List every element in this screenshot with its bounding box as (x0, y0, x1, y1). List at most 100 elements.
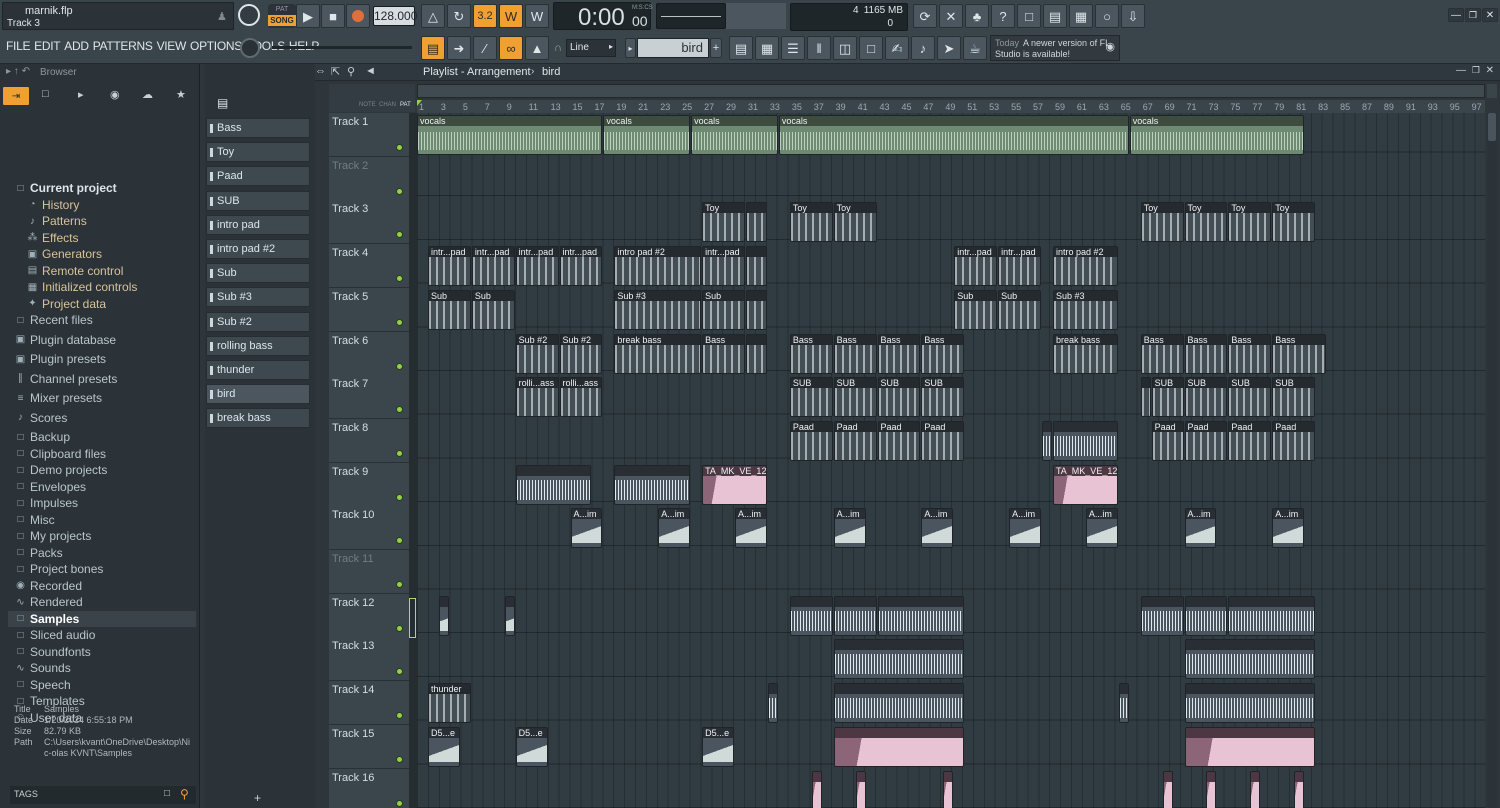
playlist-clip[interactable]: Paad (833, 420, 877, 461)
playlist-clip[interactable]: Toy (702, 202, 745, 243)
playlist-clip[interactable] (1250, 770, 1261, 808)
tags-label[interactable]: TAGS (14, 789, 38, 799)
track-header[interactable]: Track 11 (329, 550, 409, 594)
playlist-clip[interactable]: Toy (1228, 202, 1272, 243)
tab-plugins-icon[interactable]: ◉ (110, 88, 120, 101)
pattern-bass[interactable]: Bass (206, 118, 310, 138)
sliders-button[interactable]: ‖ (807, 36, 831, 60)
update-notice[interactable]: Today A newer version of FL Studio is ava… (990, 35, 1120, 61)
playlist-clip[interactable]: D5...e (702, 726, 734, 767)
track-header[interactable]: Track 13 (329, 637, 409, 682)
browser-item-recent-files[interactable]: □ Recent files (14, 312, 92, 328)
playlist-clip[interactable] (504, 595, 515, 636)
playlist-clip[interactable]: Toy (1184, 202, 1228, 243)
playlist-clip[interactable]: intr...pad (954, 246, 998, 287)
playlist-clip[interactable]: Bass (877, 333, 921, 374)
mic-button[interactable]: ♣ (965, 4, 989, 28)
track-header[interactable]: Track 15 (329, 724, 409, 769)
menu-file[interactable]: FILE (6, 39, 30, 53)
slip-tool-icon[interactable]: ⇔ (315, 65, 326, 77)
playlist-clip[interactable] (1042, 420, 1052, 461)
playlist-clip[interactable] (438, 595, 449, 636)
track-header[interactable]: Track 16 (329, 768, 409, 808)
vertical-scrollbar[interactable] (1487, 113, 1497, 808)
menu-options[interactable]: OPTIONS (190, 39, 242, 53)
playlist-clip[interactable]: Bass (1228, 333, 1272, 374)
browser-item-generators[interactable]: ▣ Generators (26, 246, 102, 262)
add-pattern-button[interactable]: + (710, 38, 722, 58)
pattern-break-bass[interactable]: break bass (206, 408, 310, 429)
playlist-clip[interactable] (1206, 770, 1217, 808)
playlist-clip[interactable] (1162, 770, 1173, 808)
track-enable-led[interactable] (396, 581, 403, 588)
playlist-clip[interactable]: intr...pad (427, 246, 471, 287)
playlist-clip[interactable]: Paad (1151, 420, 1184, 461)
edison-button[interactable]: ♪ (911, 36, 935, 60)
playlist-clip[interactable]: Toy (1140, 202, 1184, 243)
browser-item-plugin-database[interactable]: ▣ Plugin database (14, 332, 116, 348)
playlist-clip[interactable]: Sub (427, 289, 471, 330)
pattern-sub-2[interactable]: Sub #2 (206, 311, 310, 332)
track-header[interactable]: Track 3 (329, 200, 409, 245)
browser-item-samples[interactable]: □ Samples (8, 610, 196, 627)
menu-add[interactable]: ADD (64, 39, 89, 53)
playlist-clip[interactable]: SUB (921, 377, 965, 418)
piano-view-icon[interactable]: ▤ (217, 96, 228, 110)
wait-input-button[interactable]: ↻ (447, 4, 471, 28)
arrow-button[interactable]: ➜ (447, 36, 471, 60)
playlist-clip[interactable]: SUB (789, 377, 833, 418)
vertical-scroll-thumb[interactable] (1488, 113, 1496, 141)
track-header[interactable]: Track 7 (329, 375, 409, 420)
track-enable-led[interactable] (396, 712, 403, 720)
prev-pattern-button[interactable]: ▸ (625, 38, 636, 58)
countdown-button[interactable]: 3.2 (473, 4, 497, 28)
browser-item-project-data[interactable]: ✦ Project data (26, 296, 106, 312)
playlist-clip[interactable] (1184, 595, 1228, 636)
playlist-clip[interactable]: intro pad #2 (614, 246, 702, 287)
playlist-clip[interactable]: Toy (1272, 202, 1316, 243)
pattern-thunder[interactable]: thunder (206, 360, 310, 380)
playlist-clip[interactable] (1140, 595, 1184, 636)
browser-item-my-projects[interactable]: □ My projects (14, 528, 91, 544)
browser-item-impulses[interactable]: □ Impulses (14, 495, 78, 511)
playlist-clip[interactable] (877, 595, 965, 636)
playlist-clip[interactable]: SUB (833, 377, 877, 418)
tab-cloud-icon[interactable]: ☁ (142, 88, 153, 101)
playlist-button[interactable]: ▤ (729, 36, 753, 60)
playlist-clip[interactable]: intr...pad (702, 246, 745, 287)
playlist-clip[interactable]: intr...pad (998, 246, 1041, 287)
playlist-clip[interactable] (1118, 683, 1129, 724)
playlist-clip[interactable]: Paad (877, 420, 921, 461)
track-enable-led[interactable] (396, 668, 403, 676)
playlist-clip[interactable]: Bass (702, 333, 745, 374)
playlist-clip[interactable]: Paad (789, 420, 833, 461)
browser-item-remote-control[interactable]: ▤ Remote control (26, 263, 124, 279)
pattern-toy[interactable]: Toy (206, 142, 310, 163)
touch-button[interactable]: ✍ (885, 36, 909, 60)
volume-slider[interactable] (726, 3, 786, 29)
track-enable-led[interactable] (396, 362, 403, 370)
playlist-grid[interactable]: vocals vocals vocals vocals vocals Toy Toy Toy T… (417, 113, 1485, 808)
playlist-clip[interactable]: Paad (1228, 420, 1272, 461)
playlist-clip[interactable] (833, 683, 965, 724)
playlist-restore-icon[interactable]: ❐ (1472, 65, 1480, 76)
playlist-clip[interactable]: vocals (603, 115, 691, 155)
playlist-clip[interactable]: thunder (427, 683, 471, 724)
browser-item-project-bones[interactable]: □ Project bones (14, 561, 103, 577)
playlist-clip[interactable] (943, 770, 954, 808)
playlist-clip[interactable]: Sub (998, 289, 1041, 330)
help-button[interactable]: ? (991, 4, 1015, 28)
tools-button[interactable]: ✕ (939, 4, 963, 28)
playlist-overview[interactable] (417, 84, 1485, 98)
link-button[interactable]: ∞ (499, 36, 523, 60)
blend-notes-button[interactable]: W (525, 4, 549, 28)
track-header[interactable]: Track 8 (329, 418, 409, 463)
playlist-clip[interactable] (811, 770, 822, 808)
file-button[interactable]: □ (1017, 4, 1041, 28)
playlist-clip[interactable]: intr...pad (471, 246, 515, 287)
track-header[interactable]: Track 12 (329, 593, 409, 638)
track-header[interactable]: Track 6 (329, 331, 409, 376)
playlist-clip[interactable]: A...im (1009, 508, 1041, 549)
playlist-clip[interactable]: intr...pad (559, 246, 603, 287)
minimize-button[interactable]: — (1448, 8, 1464, 22)
